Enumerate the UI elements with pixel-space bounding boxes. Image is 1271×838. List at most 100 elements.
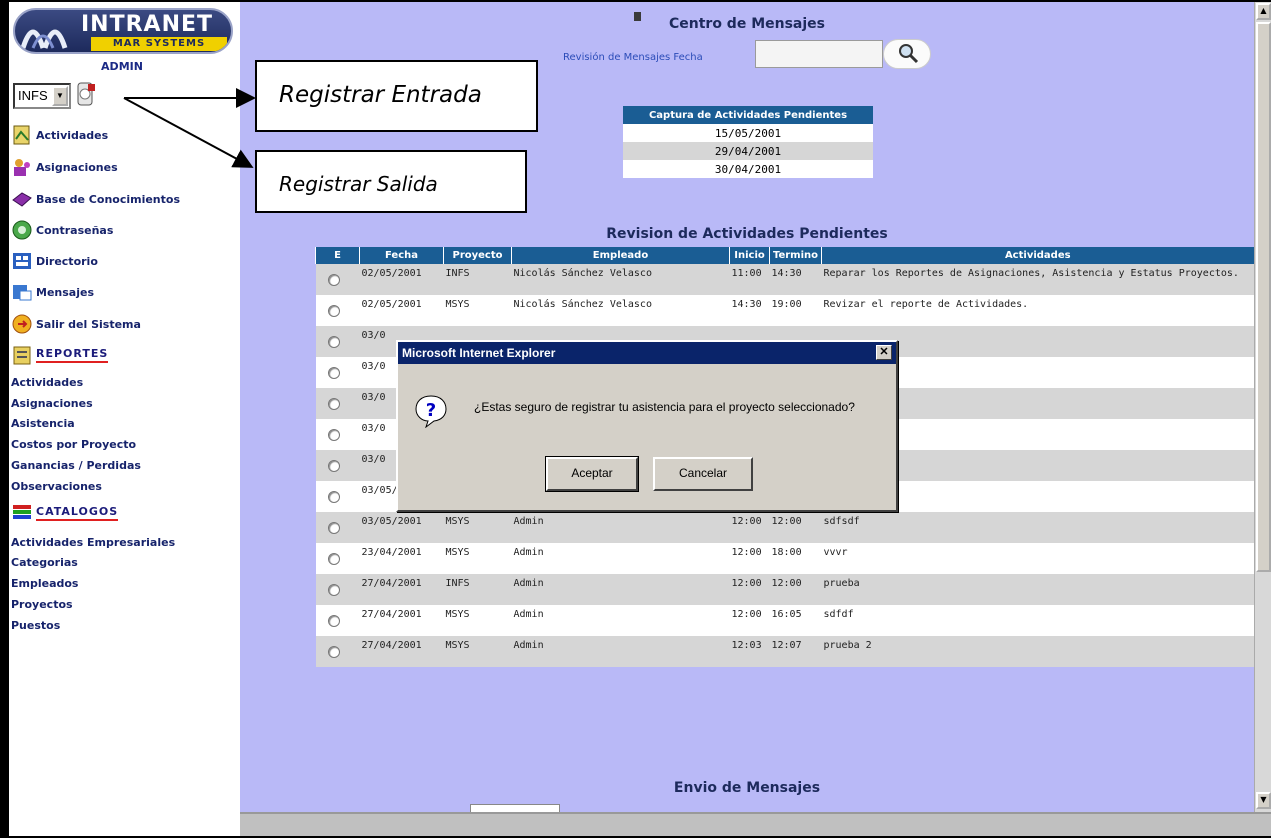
logo-subtitle: MAR SYSTEMS (91, 37, 227, 51)
cell-inicio: 11:00 (729, 264, 770, 295)
catalogs-icon (13, 505, 31, 519)
report-link-asignaciones[interactable]: Asignaciones (11, 397, 93, 410)
review-date-input[interactable] (755, 40, 883, 68)
row-select-cell (315, 357, 360, 388)
table-row: 27/04/2001 MSYS Admin 12:03 12:07 prueba 2 (315, 636, 1254, 667)
table-row: 23/04/2001 MSYS Admin 12:00 18:00 vvvr (315, 543, 1254, 574)
accept-button[interactable]: Aceptar (545, 456, 639, 492)
row-select-cell (315, 481, 360, 512)
row-radio-button[interactable] (327, 274, 340, 286)
nav-label: Actividades (36, 128, 109, 142)
cell-actividades: sdfdf (821, 605, 1254, 636)
cell-proyecto: MSYS (443, 295, 512, 326)
pending-date-link[interactable]: 30/04/2001 (623, 160, 873, 178)
row-radio-button[interactable] (327, 615, 340, 627)
assignments-icon (14, 159, 30, 176)
column-header: Termino (769, 247, 822, 264)
project-select[interactable]: INFS ▼ (13, 83, 71, 109)
cell-inicio: 12:00 (729, 574, 770, 605)
report-link-costos[interactable]: Costos por Proyecto (11, 438, 136, 451)
nav-item-contrasenas[interactable]: Contraseñas (11, 217, 113, 243)
cell-fecha: 02/05/2001 (359, 264, 444, 295)
column-header: Proyecto (443, 247, 512, 264)
row-radio-button[interactable] (327, 336, 340, 348)
report-link-asistencia[interactable]: Asistencia (11, 417, 75, 430)
check-in-icon[interactable] (75, 81, 97, 107)
row-radio-button[interactable] (327, 584, 340, 596)
cell-actividades: Reparar los Reportes de Asignaciones, As… (821, 264, 1254, 295)
catalog-link-categorias[interactable]: Categorias (11, 556, 78, 569)
close-icon[interactable]: ✕ (876, 345, 892, 360)
row-radio-button[interactable] (327, 367, 340, 379)
cell-inicio: 12:00 (729, 605, 770, 636)
search-button[interactable] (883, 39, 931, 69)
row-radio-button[interactable] (327, 398, 340, 410)
row-radio-button[interactable] (327, 460, 340, 472)
row-radio-button[interactable] (327, 646, 340, 658)
catalog-link-empleados[interactable]: Empleados (11, 577, 78, 590)
row-select-cell (315, 543, 360, 574)
cell-proyecto: MSYS (443, 512, 512, 543)
row-radio-button[interactable] (327, 429, 340, 441)
row-radio-button[interactable] (327, 305, 340, 317)
catalog-link-actividades-empresariales[interactable]: Actividades Empresariales (11, 536, 175, 549)
cell-fecha: 27/04/2001 (359, 605, 444, 636)
row-select-cell (315, 419, 360, 450)
row-select-cell (315, 326, 360, 357)
nav-item-actividades[interactable]: Actividades (11, 122, 108, 148)
pending-date-link[interactable]: 15/05/2001 (623, 124, 873, 142)
chevron-down-icon[interactable]: ▼ (52, 86, 68, 106)
cell-fecha: 02/05/2001 (359, 295, 444, 326)
activities-icon (13, 125, 30, 145)
user-label: ADMIN (101, 60, 143, 73)
cell-empleado: Nicolás Sánchez Velasco (511, 295, 730, 326)
pending-header: Captura de Actividades Pendientes (623, 106, 873, 124)
page-title: Centro de Mensajes (668, 16, 826, 32)
search-icon (899, 44, 919, 64)
report-link-observaciones[interactable]: Observaciones (11, 480, 102, 493)
logo-title: INTRANET (81, 12, 214, 37)
report-link-actividades[interactable]: Actividades (11, 376, 83, 389)
catalogs-header: CATALOGOS (36, 505, 119, 521)
callout-register-exit: Registrar Salida (255, 150, 527, 213)
cell-proyecto: MSYS (443, 605, 512, 636)
nav-item-mensajes[interactable]: Mensajes (11, 279, 94, 305)
cell-termino: 12:00 (769, 574, 822, 605)
row-radio-button[interactable] (327, 522, 340, 534)
scrollbar-thumb[interactable] (1256, 22, 1271, 572)
table-row: 03/05/2001 MSYS Admin 12:00 12:00 sdfsdf (315, 512, 1254, 543)
scroll-down-icon[interactable]: ▼ (1256, 792, 1271, 809)
cell-inicio: 12:00 (729, 512, 770, 543)
cell-empleado: Admin (511, 636, 730, 667)
nav-item-base-conocimientos[interactable]: Base de Conocimientos (11, 186, 180, 212)
nav-item-salir[interactable]: Salir del Sistema (11, 311, 141, 337)
pending-date-link[interactable]: 29/04/2001 (623, 142, 873, 160)
row-radio-button[interactable] (327, 553, 340, 565)
cell-actividades: vvvr (821, 543, 1254, 574)
cell-proyecto: MSYS (443, 543, 512, 574)
intranet-logo[interactable]: INTRANET MAR SYSTEMS (13, 8, 233, 54)
svg-text:?: ? (426, 400, 436, 421)
catalog-link-puestos[interactable]: Puestos (11, 619, 60, 632)
cancel-button[interactable]: Cancelar (653, 457, 753, 491)
nav-item-asignaciones[interactable]: Asignaciones (11, 154, 118, 180)
row-select-cell (315, 605, 360, 636)
row-select-cell (315, 295, 360, 326)
frame-left (0, 0, 9, 838)
vertical-scrollbar[interactable]: ▲ ▼ (1254, 2, 1271, 812)
table-row: 27/04/2001 INFS Admin 12:00 12:00 prueba (315, 574, 1254, 605)
row-select-cell (315, 512, 360, 543)
column-header: Empleado (511, 247, 730, 264)
nav-label: Contraseñas (36, 223, 114, 237)
scroll-up-icon[interactable]: ▲ (1256, 3, 1271, 20)
dialog-titlebar[interactable]: Microsoft Internet Explorer ✕ (398, 342, 896, 364)
row-select-cell (315, 388, 360, 419)
nav-item-directorio[interactable]: Directorio (11, 248, 98, 274)
report-link-ganancias[interactable]: Ganancias / Perdidas (11, 459, 141, 472)
catalog-link-proyectos[interactable]: Proyectos (11, 598, 73, 611)
cell-inicio: 12:03 (729, 636, 770, 667)
nav-label: Asignaciones (36, 160, 118, 174)
row-radio-button[interactable] (327, 491, 340, 503)
table-row: 27/04/2001 MSYS Admin 12:00 16:05 sdfdf (315, 605, 1254, 636)
cell-inicio: 14:30 (729, 295, 770, 326)
